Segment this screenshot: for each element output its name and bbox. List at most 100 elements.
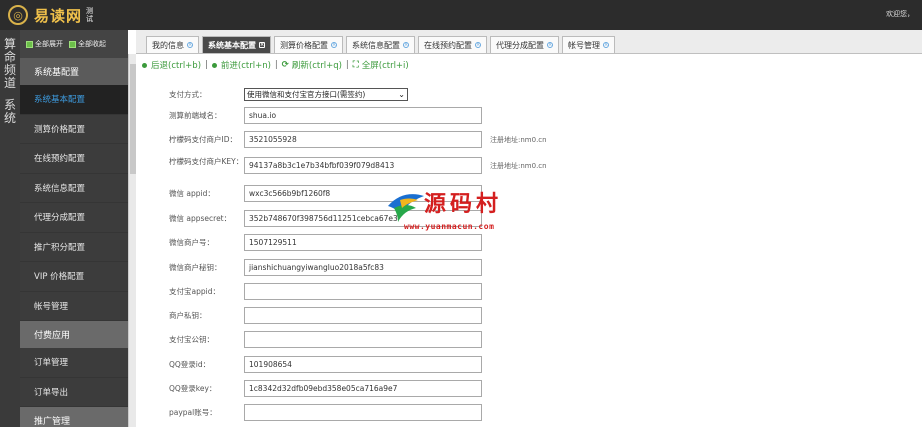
field-label: 柠檬码支付商户ID：	[169, 135, 237, 144]
welcome-text: 欢迎您，	[886, 10, 914, 18]
alipay-public-key-input[interactable]	[244, 331, 482, 348]
logo-icon: ◎	[8, 5, 28, 25]
channel-char[interactable]: 算	[0, 38, 20, 50]
close-icon[interactable]: ×	[475, 42, 481, 48]
site-sub: 测试	[86, 7, 94, 23]
form-row-domain: 测算前端域名： shua.io	[150, 107, 910, 129]
sidebar-item-order-export[interactable]: 订单导出	[20, 378, 128, 407]
fullscreen-icon: ⛶	[352, 60, 359, 70]
close-icon[interactable]: ×	[603, 42, 609, 48]
watermark-text: 源码村	[424, 191, 503, 217]
divider: |	[345, 60, 349, 70]
alipay-appid-input[interactable]	[244, 283, 482, 300]
qq-login-key-input[interactable]: 1c8342d32dfb09ebd358e05ca716a9e7	[244, 380, 482, 397]
sidebar-item-info-config[interactable]: 系统信息配置	[20, 174, 128, 203]
form-row-paypal: paypal账号：	[150, 404, 910, 426]
close-icon[interactable]: ×	[547, 42, 553, 48]
top-bar: ◎ 易读网 测试 欢迎您，	[0, 0, 922, 30]
back-icon	[142, 62, 147, 68]
channel-char[interactable]: 系	[0, 99, 20, 111]
sidebar-item-points-config[interactable]: 推广积分配置	[20, 233, 128, 262]
tab-label: 代理分成配置	[496, 40, 544, 50]
expand-icon	[26, 40, 33, 48]
nav-toolbar: 后退(ctrl+b) | 前进(ctrl+n) | ⟳ 刷新(ctrl+q) | …	[142, 57, 409, 73]
sidebar-scrollbar[interactable]	[128, 54, 136, 427]
field-label: 支付宝公钥：	[169, 335, 214, 344]
lemon-merchant-id-input[interactable]: 3521055928	[244, 131, 482, 148]
tab-agent-config[interactable]: 代理分成配置 ×	[490, 36, 559, 53]
field-label: paypal账号：	[169, 408, 217, 417]
field-label: 支付宝appid：	[169, 287, 220, 296]
divider: |	[205, 60, 208, 70]
channel-char[interactable]: 道	[0, 77, 20, 89]
watermark-url: www.yuanmacun.com	[404, 222, 495, 231]
field-label: QQ登录id：	[169, 360, 211, 369]
expand-all-label: 全部展开	[35, 40, 63, 48]
tab-basic-config[interactable]: 系统基本配置 ×	[202, 36, 271, 53]
form-row-private-key: 商户私钥：	[150, 307, 910, 329]
paypal-account-input[interactable]	[244, 404, 482, 421]
tab-accounts[interactable]: 帐号管理 ×	[562, 36, 615, 53]
fullscreen-button[interactable]: ⛶ 全屏(ctrl+i)	[353, 59, 409, 71]
sidebar: 全部展开 全部收起 系统基配置 系统基本配置 测算价格配置 在线预约配置 系统信…	[20, 30, 128, 427]
collapse-all-label: 全部收起	[78, 40, 106, 48]
lemon-merchant-key-input[interactable]: 94137a8b3c1e7b34bfbf039f079d8413	[244, 157, 482, 174]
back-button[interactable]: 后退(ctrl+b)	[142, 59, 201, 71]
tab-label: 帐号管理	[568, 40, 600, 50]
close-icon[interactable]: ×	[187, 42, 193, 48]
tab-label: 测算价格配置	[280, 40, 328, 50]
tab-label: 在线预约配置	[424, 40, 472, 50]
sidebar-item-accounts[interactable]: 帐号管理	[20, 292, 128, 321]
qq-login-id-input[interactable]: 101908654	[244, 356, 482, 373]
form-row-ali-appid: 支付宝appid：	[150, 283, 910, 305]
sidebar-item-vip-config[interactable]: VIP 价格配置	[20, 262, 128, 292]
field-label: 微信商户秘钥：	[169, 263, 222, 272]
channel-strip: 算 命 频 道 系 统	[0, 30, 20, 427]
form-row-lemon-id: 柠檬码支付商户ID： 3521055928 注册地址:nm0.cn	[150, 131, 910, 153]
site-logo[interactable]: ◎ 易读网 测试	[8, 4, 96, 26]
tab-label: 系统基本配置	[208, 40, 256, 50]
refresh-button[interactable]: ⟳ 刷新(ctrl+q)	[282, 59, 342, 71]
refresh-label: 刷新(ctrl+q)	[291, 61, 342, 71]
collapse-icon	[69, 40, 76, 48]
forward-label: 前进(ctrl+n)	[220, 61, 271, 71]
tab-info-config[interactable]: 系统信息配置 ×	[346, 36, 415, 53]
field-label: 柠檬码支付商户KEY：	[169, 157, 244, 166]
wechat-merchant-key-input[interactable]: jianshichuangyiwangluo2018a5fc83	[244, 259, 482, 276]
sidebar-group-promo[interactable]: 推广管理	[20, 407, 128, 427]
channel-char[interactable]: 命	[0, 51, 20, 63]
scroll-thumb[interactable]	[130, 64, 136, 174]
expand-all-button[interactable]: 全部展开	[26, 39, 63, 49]
close-icon[interactable]: ×	[403, 42, 409, 48]
form-row-ali-pubkey: 支付宝公钥：	[150, 331, 910, 353]
channel-char[interactable]: 统	[0, 112, 20, 124]
tab-price-config[interactable]: 测算价格配置 ×	[274, 36, 343, 53]
collapse-all-button[interactable]: 全部收起	[69, 39, 106, 49]
chevron-down-icon: ⌄	[398, 90, 405, 99]
fullscreen-label: 全屏(ctrl+i)	[361, 61, 409, 71]
sidebar-item-price-config[interactable]: 测算价格配置	[20, 115, 128, 144]
close-icon[interactable]: ×	[259, 42, 265, 48]
sidebar-item-agent-config[interactable]: 代理分成配置	[20, 203, 128, 233]
forward-button[interactable]: 前进(ctrl+n)	[211, 59, 271, 71]
field-label: 测算前端域名：	[169, 111, 222, 120]
tab-my-info[interactable]: 我的信息 ×	[146, 36, 199, 53]
bird-logo-icon	[388, 194, 424, 222]
tab-label: 我的信息	[152, 40, 184, 50]
sidebar-item-basic-config[interactable]: 系统基本配置	[20, 85, 128, 115]
sidebar-item-booking-config[interactable]: 在线预约配置	[20, 144, 128, 174]
register-note: 注册地址:nm0.cn	[490, 162, 547, 170]
domain-input[interactable]: shua.io	[244, 107, 482, 124]
sidebar-group-system[interactable]: 系统基配置	[20, 58, 128, 85]
expand-bar: 全部展开 全部收起	[20, 30, 128, 58]
tab-label: 系统信息配置	[352, 40, 400, 50]
forward-icon	[211, 62, 217, 68]
close-icon[interactable]: ×	[331, 42, 337, 48]
register-note: 注册地址:nm0.cn	[490, 136, 547, 144]
channel-char[interactable]: 频	[0, 64, 20, 76]
sidebar-group-paid[interactable]: 付费应用	[20, 321, 128, 348]
pay-method-select[interactable]: 使用微信和支付宝官方接口(需签约) ⌄	[244, 88, 408, 101]
sidebar-item-orders[interactable]: 订单管理	[20, 348, 128, 378]
merchant-private-key-input[interactable]	[244, 307, 482, 324]
tab-booking-config[interactable]: 在线预约配置 ×	[418, 36, 487, 53]
